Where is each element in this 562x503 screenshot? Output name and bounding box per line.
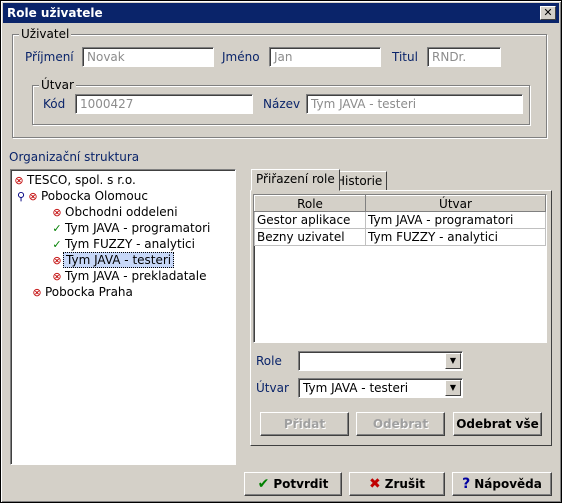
confirm-button[interactable]: ✔ Potvrdit [244,472,342,496]
tree-node-java-testeri[interactable]: ⊗ Tym JAVA - testeri [51,252,175,268]
column-header-unit[interactable]: Útvar [365,195,546,212]
expand-pin-icon: ⚲ [16,190,26,203]
surname-field[interactable]: Novak [82,47,214,67]
column-header-role[interactable]: Role [254,195,366,212]
unit-group-label: Útvar [39,78,76,92]
error-x-icon: ⊗ [28,190,38,203]
tree-node-fuzzy-analytici[interactable]: ✓ Tym FUZZY - analytici [51,236,197,252]
error-x-icon: ⊗ [14,174,24,187]
table-cell: Gestor aplikace [254,211,366,229]
close-icon: ✕ [543,6,553,19]
unit-select[interactable]: Tym JAVA - testeri ▼ [298,378,463,398]
error-x-icon: ⊗ [52,270,62,283]
role-table[interactable]: Role Útvar Gestor aplikace Tym JAVA - pr… [253,194,547,343]
unit-name-label: Název [263,97,301,111]
window-title: Role uživatele [7,6,103,20]
unit-select-label: Útvar [256,381,289,395]
tree-node-olomouc[interactable]: ⚲ ⊗ Pobocka Olomouc [15,188,150,204]
role-select[interactable]: ▼ [298,351,463,371]
table-cell: Tym FUZZY - analytici [365,228,546,246]
error-x-icon: ⊗ [52,254,62,267]
checkmark-icon: ✓ [52,238,62,251]
checkmark-icon: ✓ [52,222,62,235]
unit-select-value: Tym JAVA - testeri [303,381,409,395]
tree-node-java-prekladatale[interactable]: ⊗ Tym JAVA - prekladatale [51,268,209,284]
remove-button[interactable]: Odebrat [356,412,445,436]
question-icon: ? [462,476,471,492]
tree-node-praha[interactable]: ⊗ Pobocka Praha [31,284,135,300]
surname-label: Příjmení [25,50,74,64]
code-label: Kód [43,97,66,111]
name-label: Jméno [222,50,260,64]
add-button[interactable]: Přidat [260,412,349,436]
error-x-icon: ⊗ [52,206,62,219]
error-x-icon: ⊗ [32,286,42,299]
table-row[interactable]: Bezny uzivatel Tym FUZZY - analytici [254,228,546,246]
table-row[interactable]: Gestor aplikace Tym JAVA - programatori [254,211,546,229]
title-label: Titul [392,50,418,64]
user-group-label: Uživatel [19,27,72,41]
close-button[interactable]: ✕ [540,6,556,20]
tree-node-obchodni[interactable]: ⊗ Obchodni oddeleni [51,204,180,220]
unit-name-field[interactable]: Tym JAVA - testeri [306,94,523,114]
role-label: Role [256,354,282,368]
chevron-down-icon[interactable]: ▼ [445,380,461,396]
close-icon: ✖ [369,476,381,492]
org-structure-label: Organizační struktura [9,150,140,164]
code-field[interactable]: 1000427 [75,94,253,114]
name-field[interactable]: Jan [269,47,381,67]
org-tree[interactable]: ⊗ TESCO, spol. s r.o. ⚲ ⊗ Pobocka Olomouc ⊗… [10,169,236,465]
title-bar: Role uživatele ✕ [3,3,559,23]
table-cell: Tym JAVA - programatori [365,211,546,229]
help-button[interactable]: ? Nápověda [452,472,552,496]
remove-all-button[interactable]: Odebrat vše [453,412,542,436]
tab-role-assignment[interactable]: Přiřazení role [251,169,340,191]
tree-node-tesco[interactable]: ⊗ TESCO, spol. s r.o. [13,172,138,188]
cancel-button[interactable]: ✖ Zrušit [349,472,445,496]
chevron-down-icon[interactable]: ▼ [445,353,461,369]
role-dialog: Role uživatele ✕ Uživatel Příjmení Novak… [0,0,562,503]
checkmark-icon: ✔ [257,476,270,492]
table-cell: Bezny uzivatel [254,228,366,246]
degree-field[interactable]: RNDr. [427,47,501,67]
tree-node-java-programatori[interactable]: ✓ Tym JAVA - programatori [51,220,212,236]
